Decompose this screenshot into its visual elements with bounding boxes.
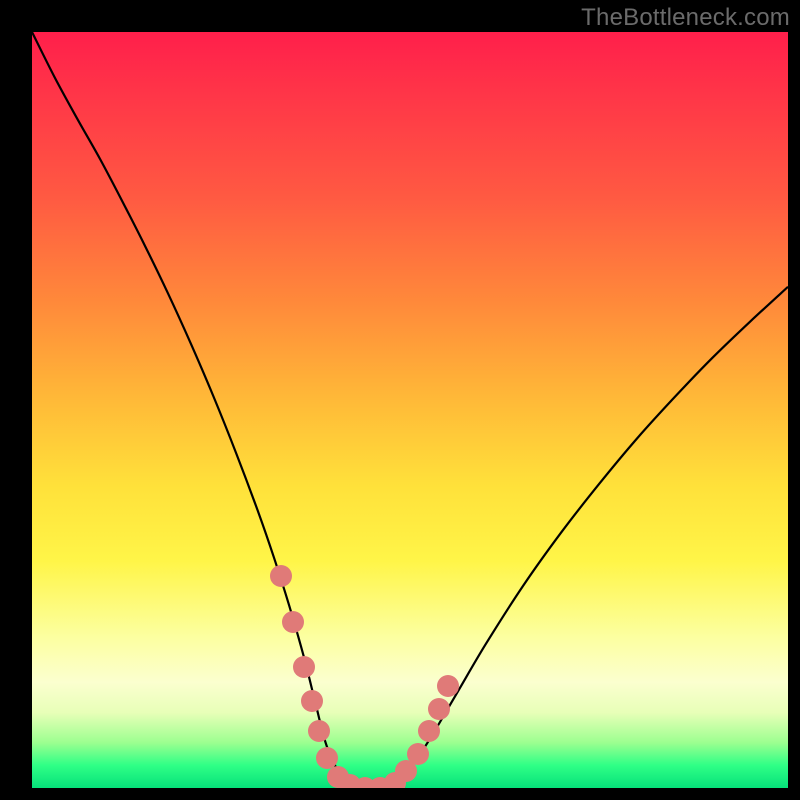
- data-marker: [301, 690, 323, 712]
- marker-layer: [32, 32, 788, 788]
- data-marker: [308, 720, 330, 742]
- data-marker: [428, 698, 450, 720]
- data-marker: [270, 565, 292, 587]
- chart-stage: TheBottleneck.com: [0, 0, 800, 800]
- data-marker: [282, 611, 304, 633]
- data-marker: [437, 675, 459, 697]
- data-marker: [407, 743, 429, 765]
- data-marker: [418, 720, 440, 742]
- plot-area: [32, 32, 788, 788]
- watermark-text: TheBottleneck.com: [581, 4, 790, 32]
- data-marker: [293, 656, 315, 678]
